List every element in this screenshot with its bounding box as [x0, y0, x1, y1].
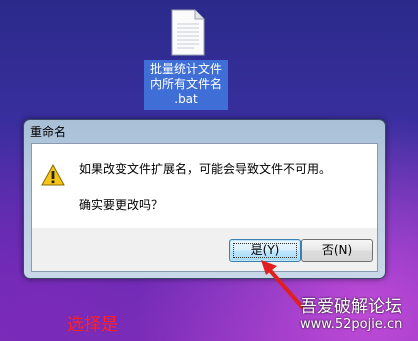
- rename-dialog: 重命名 如果改变文件扩展名，可能会导致文件不可用。 确实要更改吗？ 是(Y) 否…: [23, 119, 386, 279]
- dialog-title: 重命名: [30, 125, 67, 139]
- watermark-text: 吾爱破解论坛: [300, 297, 402, 317]
- red-arrow-annotation: [261, 260, 304, 309]
- focus-rectangle: [233, 243, 297, 258]
- dialog-client-area: 如果改变文件扩展名，可能会导致文件不可用。 确实要更改吗？ 是(Y) 否(N): [31, 143, 378, 272]
- annotation-caption: 选择是: [67, 315, 118, 335]
- watermark-url: www.52pojie.cn: [300, 317, 403, 332]
- warning-icon: [41, 164, 65, 186]
- document-icon[interactable]: [170, 9, 206, 56]
- no-button[interactable]: 否(N): [301, 239, 373, 262]
- dialog-message-area: 如果改变文件扩展名，可能会导致文件不可用。 确实要更改吗？: [32, 144, 377, 228]
- file-name-label[interactable]: 批量统计文件 内所有文件名 .bat: [144, 60, 228, 110]
- no-button-label: 否(N): [321, 243, 353, 257]
- dialog-confirm-question: 确实要更改吗？: [79, 198, 164, 212]
- dialog-message: 如果改变文件扩展名，可能会导致文件不可用。: [79, 162, 332, 176]
